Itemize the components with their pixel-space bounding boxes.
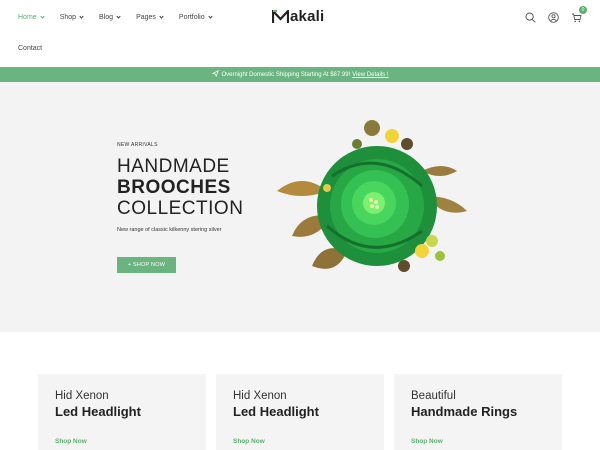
card-kicker: Hid Xenon <box>55 390 109 402</box>
nav-item-portfolio[interactable]: Portfolio <box>178 11 213 23</box>
nav-item-label: Home <box>18 13 37 21</box>
card-kicker: Hid Xenon <box>233 390 287 402</box>
search-icon[interactable] <box>525 10 536 23</box>
nav-item-label: Portfolio <box>178 13 205 21</box>
card-kicker: Beautiful <box>411 390 456 402</box>
view-details-link[interactable]: View Details ! <box>352 72 388 78</box>
cart-icon[interactable]: 0 <box>571 6 587 23</box>
header-icons: 0 <box>525 6 587 23</box>
plane-icon <box>211 69 219 79</box>
nav-item-shop[interactable]: Shop <box>59 11 84 23</box>
promo-card[interactable]: Beautiful Handmade Rings Shop Now <box>394 374 562 450</box>
nav-item-label: Pages <box>136 13 156 21</box>
chevron-down-icon <box>40 13 45 19</box>
hero-subtitle: New range of classic kilkenny stering si… <box>117 227 222 233</box>
hero-title-line2: BROOCHES <box>117 177 231 198</box>
hero-title-line3: COLLECTION <box>117 198 244 219</box>
hero-banner: NEW ARRIVALS HANDMADE BROOCHES COLLECTIO… <box>0 82 600 332</box>
main-nav: Home Shop Blog Pages Portfolio <box>18 11 228 23</box>
nav-item-label: Blog <box>99 13 114 21</box>
chevron-down-icon <box>207 13 213 19</box>
nav-item-label: Shop <box>59 13 77 21</box>
user-icon[interactable] <box>548 10 559 23</box>
logo-mark <box>272 9 289 23</box>
brooch-image <box>277 120 467 272</box>
announcement-bar: Overnight Domestic Shipping Starting At … <box>0 67 600 82</box>
site-header: Home Shop Blog Pages Portfolio Contact a… <box>0 0 600 67</box>
hero-title-line1: HANDMADE <box>117 156 230 177</box>
card-title: Handmade Rings <box>411 404 518 419</box>
card-title: Led Headlight <box>233 404 319 419</box>
card-shop-now-link[interactable]: Shop Now <box>233 438 265 445</box>
nav-item-home[interactable]: Home <box>18 11 45 23</box>
card-title: Led Headlight <box>55 404 141 419</box>
cart-count-badge: 0 <box>579 6 587 14</box>
nav-item-pages[interactable]: Pages <box>136 11 164 23</box>
logo-text: akali <box>290 8 325 25</box>
chevron-down-icon <box>159 13 164 19</box>
hero-eyebrow: NEW ARRIVALS <box>117 142 158 148</box>
nav-item-contact[interactable]: Contact <box>18 45 42 52</box>
card-shop-now-link[interactable]: Shop Now <box>55 438 87 445</box>
chevron-down-icon <box>79 13 84 19</box>
card-shop-now-link[interactable]: Shop Now <box>411 438 443 445</box>
announcement-text: Overnight Domestic Shipping Starting At … <box>221 71 351 78</box>
nav-item-blog[interactable]: Blog <box>99 11 121 23</box>
promo-card[interactable]: Hid Xenon Led Headlight Shop Now <box>38 374 206 450</box>
chevron-down-icon <box>116 13 121 19</box>
site-logo[interactable]: akali <box>272 8 324 25</box>
promo-card[interactable]: Hid Xenon Led Headlight Shop Now <box>216 374 384 450</box>
shop-now-button[interactable]: + SHOP NOW <box>117 257 176 273</box>
